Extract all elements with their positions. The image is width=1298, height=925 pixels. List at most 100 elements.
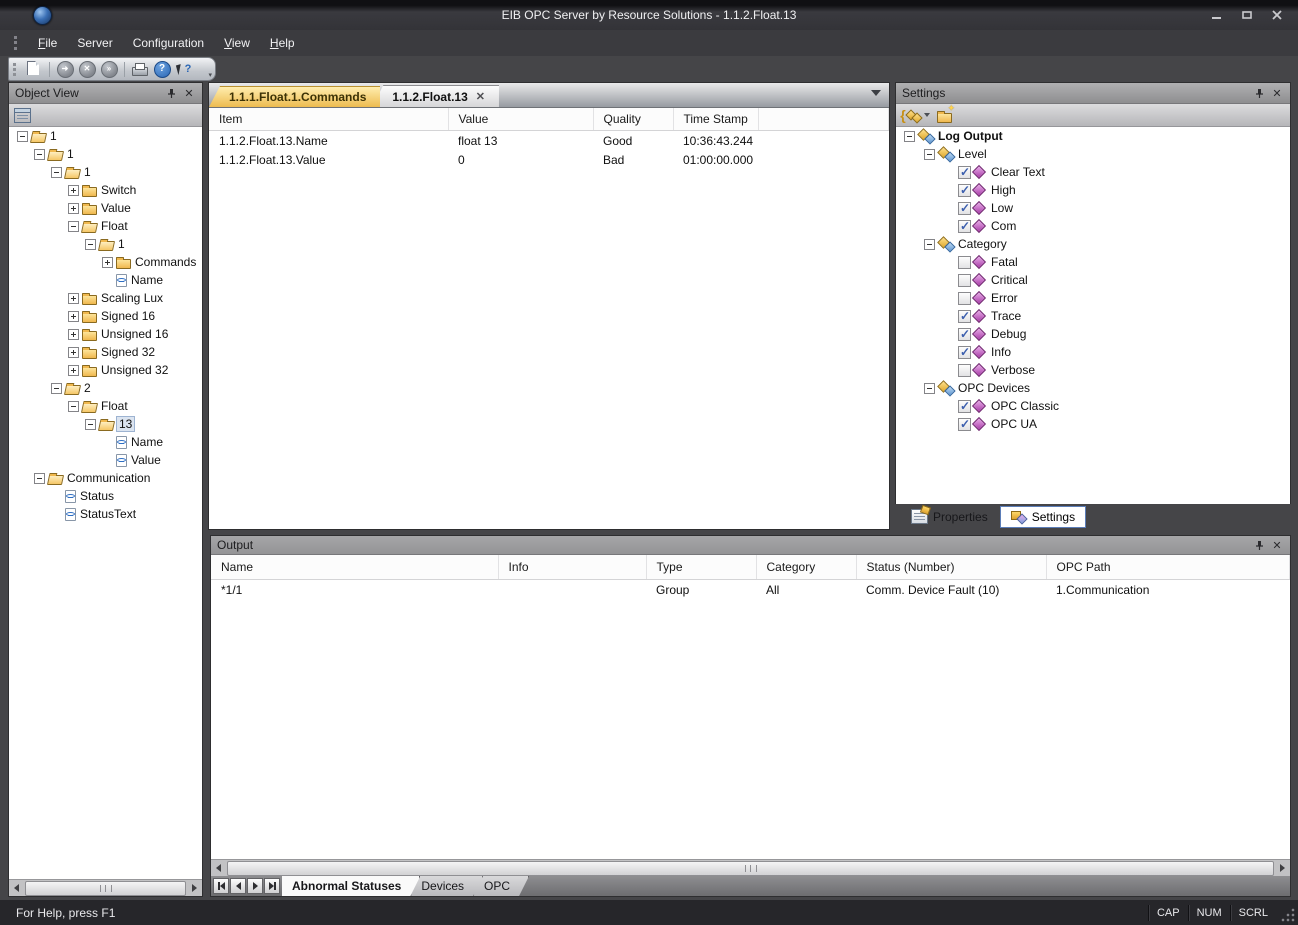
- menu-view[interactable]: View: [214, 32, 260, 54]
- pin-icon[interactable]: [164, 86, 178, 100]
- tree-item[interactable]: Signed 32: [9, 343, 202, 361]
- log-profile-button[interactable]: {: [900, 106, 930, 124]
- last-tab-icon[interactable]: [264, 878, 280, 894]
- close-panel-icon[interactable]: ✕: [182, 86, 196, 100]
- close-button[interactable]: [1266, 7, 1288, 23]
- tab-properties[interactable]: Properties: [901, 506, 998, 527]
- tree-option[interactable]: Fatal: [896, 253, 1290, 271]
- collapse-icon[interactable]: [85, 419, 96, 430]
- tree-item[interactable]: Unsigned 16: [9, 325, 202, 343]
- column-type[interactable]: Type: [646, 555, 756, 580]
- checkbox-unchecked[interactable]: [958, 364, 971, 377]
- scroll-right-icon[interactable]: [1275, 861, 1290, 876]
- resize-grip[interactable]: [1280, 907, 1296, 923]
- collapse-icon[interactable]: [68, 221, 79, 232]
- tree-option[interactable]: Verbose: [896, 361, 1290, 379]
- stop-button[interactable]: ✕: [78, 60, 96, 78]
- expand-icon[interactable]: [68, 329, 79, 340]
- tree-item[interactable]: Log Output: [896, 127, 1290, 145]
- tree-item[interactable]: Level: [896, 145, 1290, 163]
- checkbox-unchecked[interactable]: [958, 256, 971, 269]
- output-row[interactable]: *1/1 Group All Comm. Device Fault (10) 1…: [211, 580, 1290, 601]
- column-item[interactable]: Item: [209, 108, 448, 131]
- pin-icon[interactable]: [1252, 538, 1266, 552]
- column-opc-path[interactable]: OPC Path: [1046, 555, 1290, 580]
- list-view-button[interactable]: [13, 106, 31, 124]
- tree-item[interactable]: OPC Devices: [896, 379, 1290, 397]
- collapse-icon[interactable]: [34, 149, 45, 160]
- object-view-hscrollbar[interactable]: [9, 879, 202, 896]
- tree-item-selected[interactable]: 13: [9, 415, 202, 433]
- context-help-button[interactable]: ?: [175, 60, 193, 78]
- scroll-left-icon[interactable]: [211, 861, 226, 876]
- checkbox-checked[interactable]: [958, 202, 971, 215]
- new-folder-button[interactable]: [934, 106, 956, 124]
- column-timestamp[interactable]: Time Stamp: [673, 108, 758, 131]
- checkbox-checked[interactable]: [958, 328, 971, 341]
- tree-item[interactable]: Float: [9, 217, 202, 235]
- tree-item[interactable]: Signed 16: [9, 307, 202, 325]
- tree-item[interactable]: Status: [9, 487, 202, 505]
- tree-item[interactable]: Float: [9, 397, 202, 415]
- tree-item[interactable]: Commands: [9, 253, 202, 271]
- scrollbar-thumb[interactable]: [25, 881, 186, 896]
- collapse-icon[interactable]: [68, 401, 79, 412]
- collapse-icon[interactable]: [51, 383, 62, 394]
- collapse-icon[interactable]: [17, 131, 28, 142]
- tree-item[interactable]: Value: [9, 451, 202, 469]
- new-document-button[interactable]: [25, 60, 43, 78]
- close-panel-icon[interactable]: ✕: [1270, 538, 1284, 552]
- checkbox-checked[interactable]: [958, 166, 971, 179]
- print-button[interactable]: [131, 60, 149, 78]
- expand-icon[interactable]: [102, 257, 113, 268]
- expand-icon[interactable]: [68, 293, 79, 304]
- scroll-left-icon[interactable]: [9, 881, 24, 896]
- checkbox-checked[interactable]: [958, 400, 971, 413]
- pin-icon[interactable]: [1252, 86, 1266, 100]
- collapse-icon[interactable]: [924, 239, 935, 250]
- expand-icon[interactable]: [68, 347, 79, 358]
- document-tab-commands[interactable]: 1.1.1.Float.1.Commands: [209, 86, 380, 107]
- menu-file[interactable]: File: [28, 32, 67, 54]
- next-tab-icon[interactable]: [247, 878, 263, 894]
- prev-tab-icon[interactable]: [230, 878, 246, 894]
- menu-server[interactable]: Server: [67, 32, 122, 54]
- tab-devices[interactable]: Devices: [411, 876, 483, 896]
- collapse-icon[interactable]: [904, 131, 915, 142]
- collapse-icon[interactable]: [85, 239, 96, 250]
- tab-opc[interactable]: OPC: [474, 876, 529, 896]
- menu-help[interactable]: Help: [260, 32, 305, 54]
- expand-icon[interactable]: [68, 185, 79, 196]
- checkbox-checked[interactable]: [958, 220, 971, 233]
- checkbox-checked[interactable]: [958, 310, 971, 323]
- expand-icon[interactable]: [68, 311, 79, 322]
- go-button[interactable]: ➜: [56, 60, 74, 78]
- tree-option[interactable]: Error: [896, 289, 1290, 307]
- tree-item[interactable]: Unsigned 32: [9, 361, 202, 379]
- document-tab-float13[interactable]: 1.1.2.Float.13 ✕: [372, 85, 499, 107]
- collapse-icon[interactable]: [924, 383, 935, 394]
- maximize-button[interactable]: [1236, 7, 1258, 23]
- checkbox-checked[interactable]: [958, 418, 971, 431]
- collapse-icon[interactable]: [51, 167, 62, 178]
- scrollbar-thumb[interactable]: [227, 861, 1274, 876]
- tree-item[interactable]: 1: [9, 145, 202, 163]
- tree-item[interactable]: 2: [9, 379, 202, 397]
- checkbox-checked[interactable]: [958, 346, 971, 359]
- tree-item[interactable]: Name: [9, 271, 202, 289]
- help-button[interactable]: ?: [153, 60, 171, 78]
- fast-forward-button[interactable]: »: [100, 60, 118, 78]
- scroll-right-icon[interactable]: [187, 881, 202, 896]
- tree-item[interactable]: 1: [9, 163, 202, 181]
- checkbox-checked[interactable]: [958, 184, 971, 197]
- column-quality[interactable]: Quality: [593, 108, 673, 131]
- collapse-icon[interactable]: [924, 149, 935, 160]
- tree-item[interactable]: Value: [9, 199, 202, 217]
- tree-option[interactable]: Clear Text: [896, 163, 1290, 181]
- tree-item[interactable]: Scaling Lux: [9, 289, 202, 307]
- collapse-icon[interactable]: [34, 473, 45, 484]
- close-tab-icon[interactable]: ✕: [476, 90, 485, 103]
- tree-option[interactable]: Info: [896, 343, 1290, 361]
- tab-settings[interactable]: Settings: [1000, 506, 1086, 528]
- checkbox-unchecked[interactable]: [958, 292, 971, 305]
